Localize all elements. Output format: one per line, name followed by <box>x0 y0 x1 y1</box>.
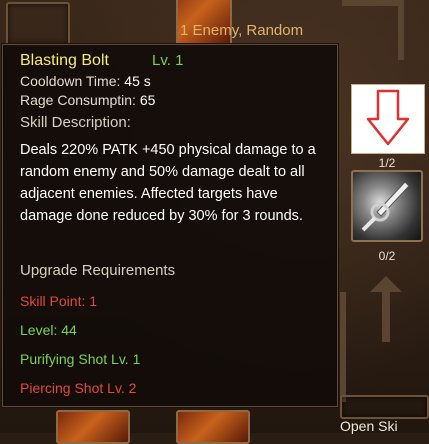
skill-name: Blasting Bolt <box>20 52 109 69</box>
open-skill-label[interactable]: Open Ski <box>340 418 398 434</box>
tree-connector <box>340 292 346 402</box>
requirement-level: Level: 44 <box>20 322 77 338</box>
skill-tree-frame <box>340 395 429 419</box>
spear-icon <box>361 181 410 232</box>
rage-row: Rage Consumptin: 65 <box>20 93 155 108</box>
skill-tree-frame <box>6 2 70 46</box>
tree-connector <box>398 0 404 60</box>
tree-connector <box>382 292 390 342</box>
description-heading: Skill Description: <box>20 114 131 131</box>
tree-arrow-icon <box>370 276 402 292</box>
requirement-piercing-shot: Piercing Shot Lv. 2 <box>20 380 137 396</box>
requirement-purifying-shot: Purifying Shot Lv. 1 <box>20 351 141 367</box>
tree-connector <box>342 0 404 6</box>
down-arrow-icon <box>366 89 410 146</box>
requirement-skill-point: Skill Point: 1 <box>20 293 98 309</box>
spear-skill-icon[interactable] <box>351 170 423 242</box>
rage-value: 65 <box>139 92 156 108</box>
skill-node[interactable] <box>56 410 130 444</box>
skill-tooltip: Blasting Bolt Lv. 1 Cooldown Time: 45 s … <box>2 44 338 407</box>
skill-slot-1-count: 1/2 <box>378 156 396 170</box>
cooldown-value: 45 s <box>124 73 151 89</box>
cooldown-label: Cooldown Time: <box>20 73 121 89</box>
rage-label: Rage Consumptin: <box>20 92 136 108</box>
target-type-label: 1 Enemy, Random <box>180 22 304 39</box>
skill-description: Deals 220% PATK +450 physical damage to … <box>20 142 316 224</box>
skill-slot-2-count: 0/2 <box>378 249 396 263</box>
upgrade-heading: Upgrade Requirements <box>20 262 176 279</box>
skill-node[interactable] <box>176 410 250 444</box>
skill-slot-1[interactable] <box>351 84 425 154</box>
skill-level: Lv. 1 <box>152 52 184 69</box>
cooldown-row: Cooldown Time: 45 s <box>20 74 151 89</box>
